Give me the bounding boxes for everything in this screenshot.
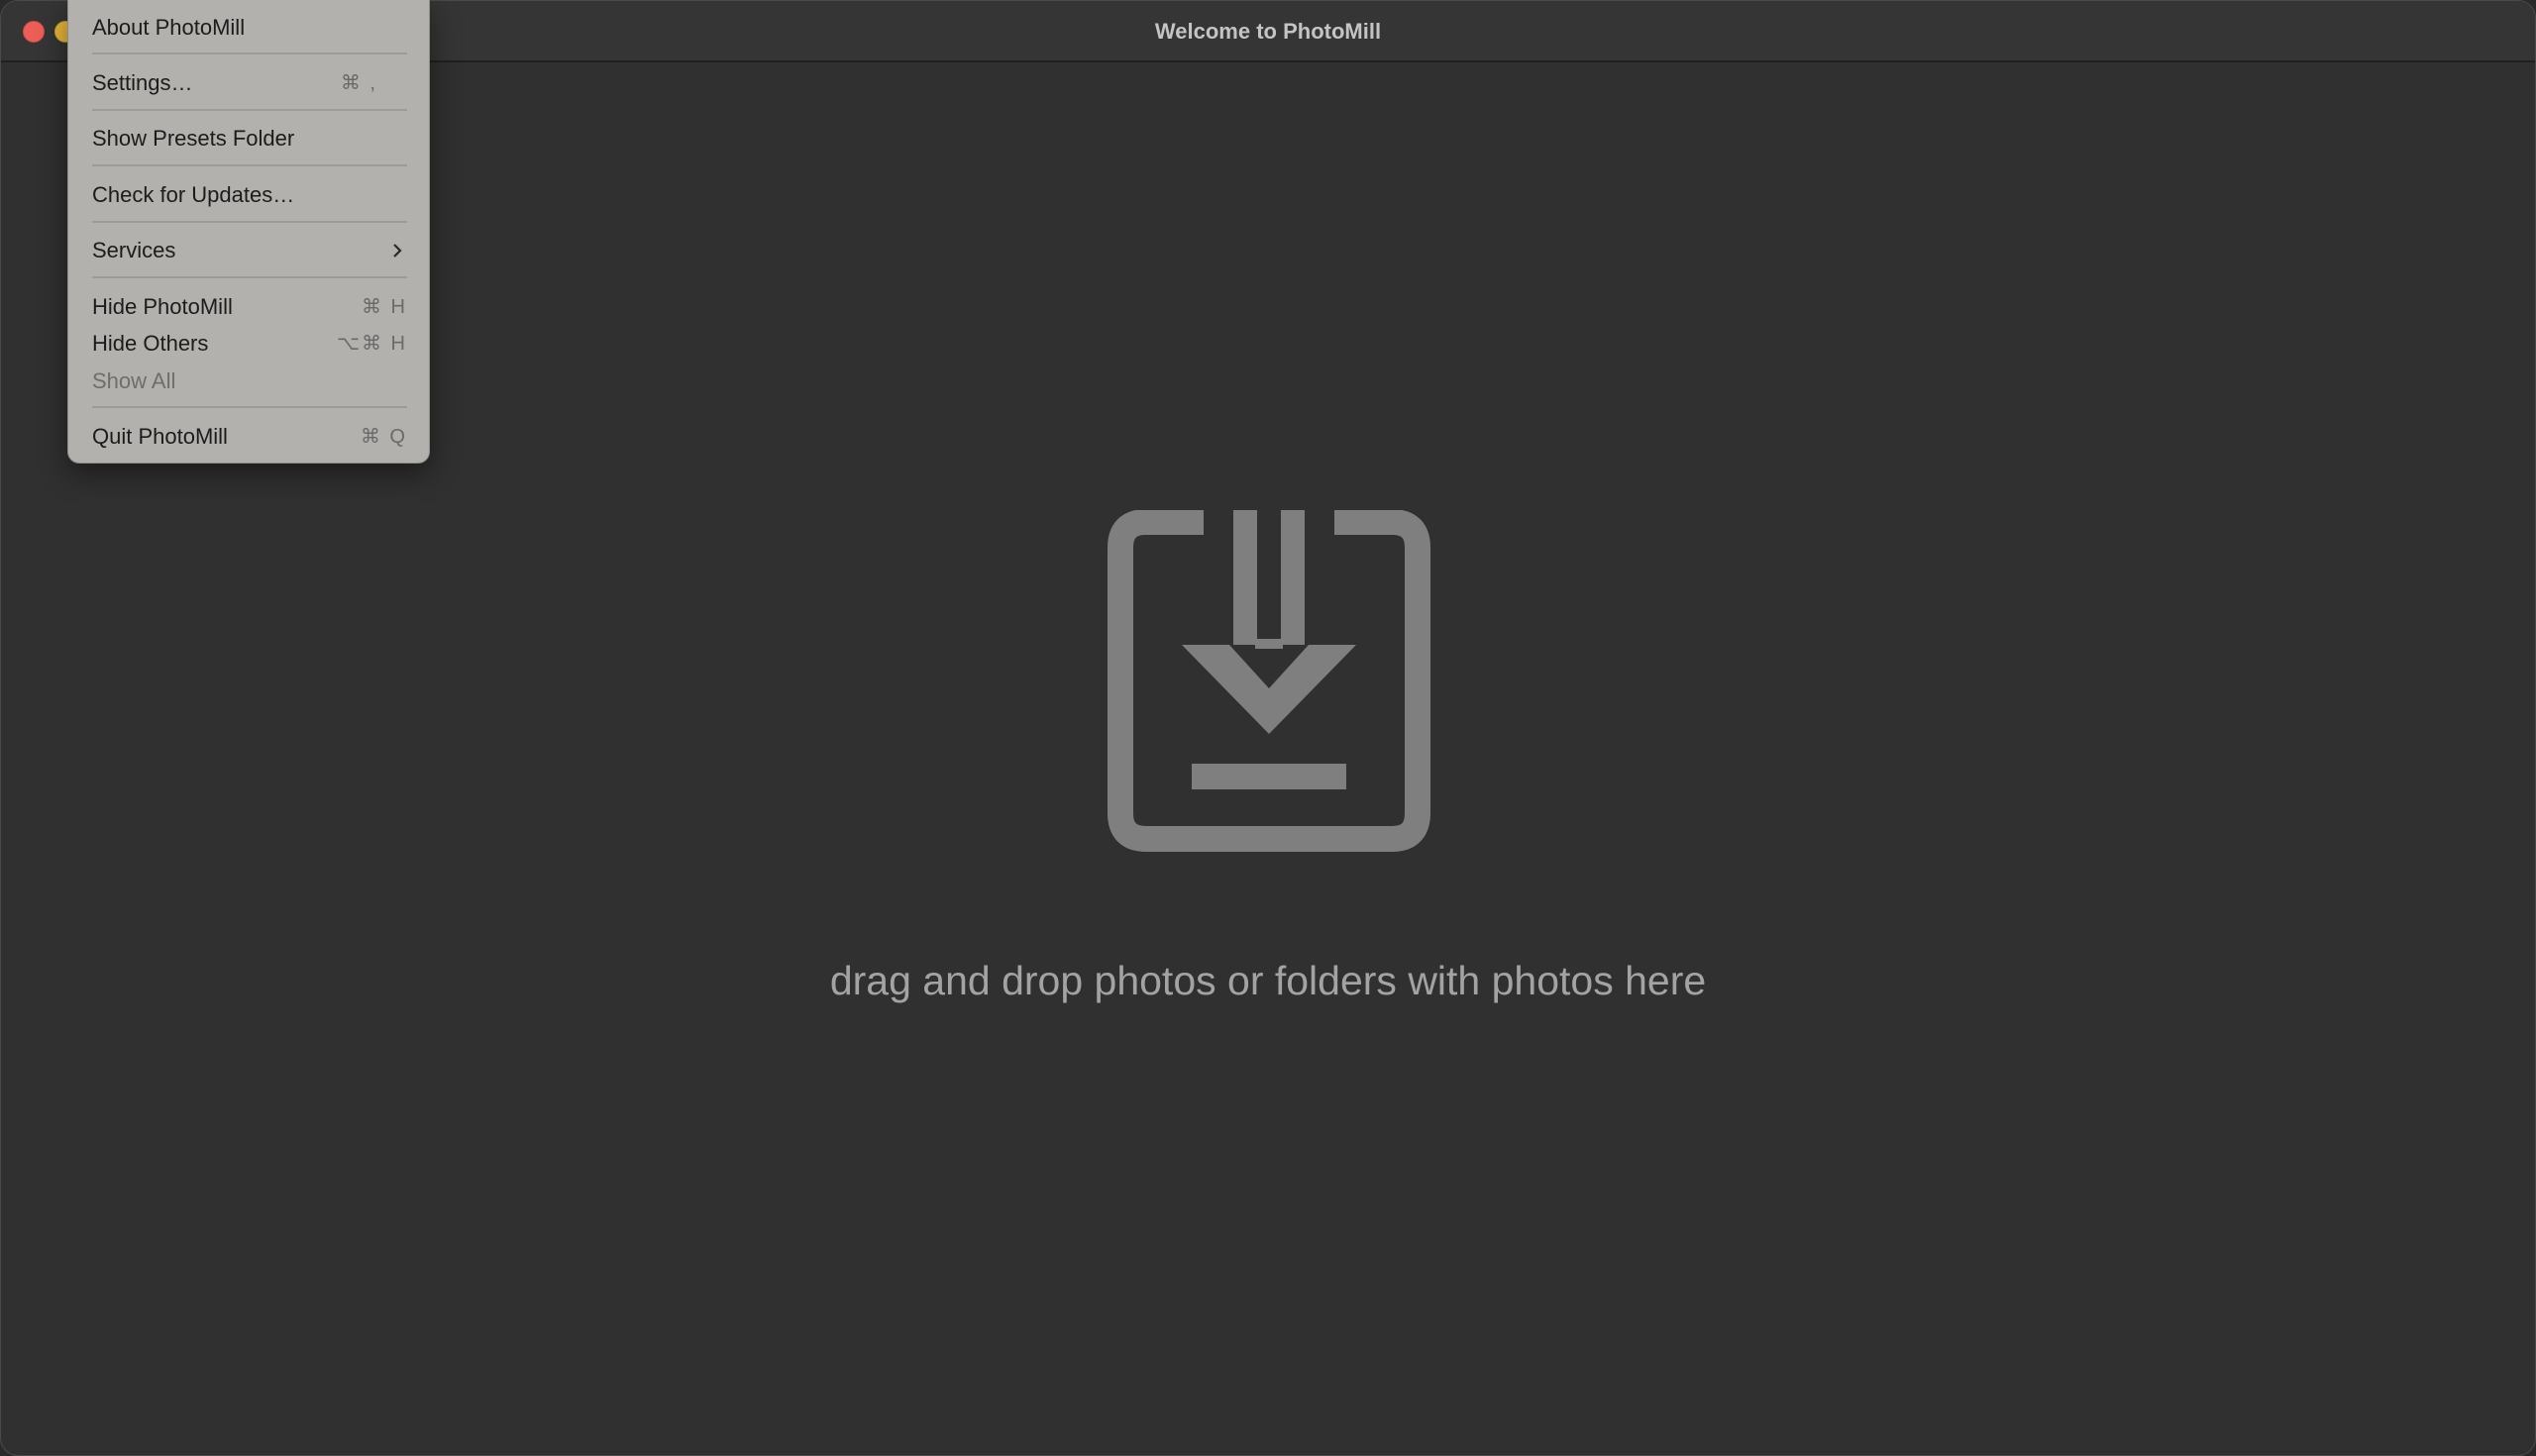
menu-item-about[interactable]: About PhotoMill bbox=[92, 11, 407, 45]
menu-item-check-updates[interactable]: Check for Updates… bbox=[92, 178, 407, 212]
menu-item-label: Show Presets Folder bbox=[92, 126, 295, 151]
menu-item-label: Settings… bbox=[92, 70, 193, 95]
menu-item-label: Hide PhotoMill bbox=[92, 294, 233, 319]
menu-item-label: Services bbox=[92, 238, 176, 262]
menu-item-label: Show All bbox=[92, 368, 176, 393]
menu-separator bbox=[92, 276, 407, 278]
menu-item-show-all: Show All bbox=[92, 364, 407, 398]
shortcut-label: ⌘ H bbox=[362, 296, 407, 318]
shortcut-label: ⌥⌘ H bbox=[336, 333, 407, 355]
app-menu: About PhotoMill Settings… ⌘ , Show Prese… bbox=[67, 0, 430, 464]
shortcut-label: ⌘ , bbox=[340, 72, 377, 94]
shortcut-label: ⌘ Q bbox=[360, 426, 407, 448]
menu-separator bbox=[92, 221, 407, 223]
chevron-right-icon bbox=[393, 244, 402, 258]
menu-separator bbox=[92, 52, 407, 54]
menu-item-quit[interactable]: Quit PhotoMill ⌘ Q bbox=[92, 420, 407, 454]
menu-item-hide-others[interactable]: Hide Others ⌥⌘ H bbox=[92, 327, 407, 361]
menu-item-label: Check for Updates… bbox=[92, 182, 295, 207]
menu-separator bbox=[92, 164, 407, 166]
menu-item-label: Hide Others bbox=[92, 331, 209, 356]
menu-separator bbox=[92, 406, 407, 408]
menu-item-label: About PhotoMill bbox=[92, 15, 246, 40]
menu-item-settings[interactable]: Settings… ⌘ , bbox=[92, 66, 407, 100]
menu-item-label: Quit PhotoMill bbox=[92, 424, 228, 449]
menu-item-show-presets[interactable]: Show Presets Folder bbox=[92, 122, 407, 156]
menu-separator bbox=[92, 109, 407, 111]
drop-message: drag and drop photos or folders with pho… bbox=[829, 958, 1707, 1003]
menu-item-services[interactable]: Services bbox=[92, 234, 407, 267]
menu-item-hide-app[interactable]: Hide PhotoMill ⌘ H bbox=[92, 290, 407, 324]
download-into-tray-icon bbox=[1108, 510, 1430, 852]
